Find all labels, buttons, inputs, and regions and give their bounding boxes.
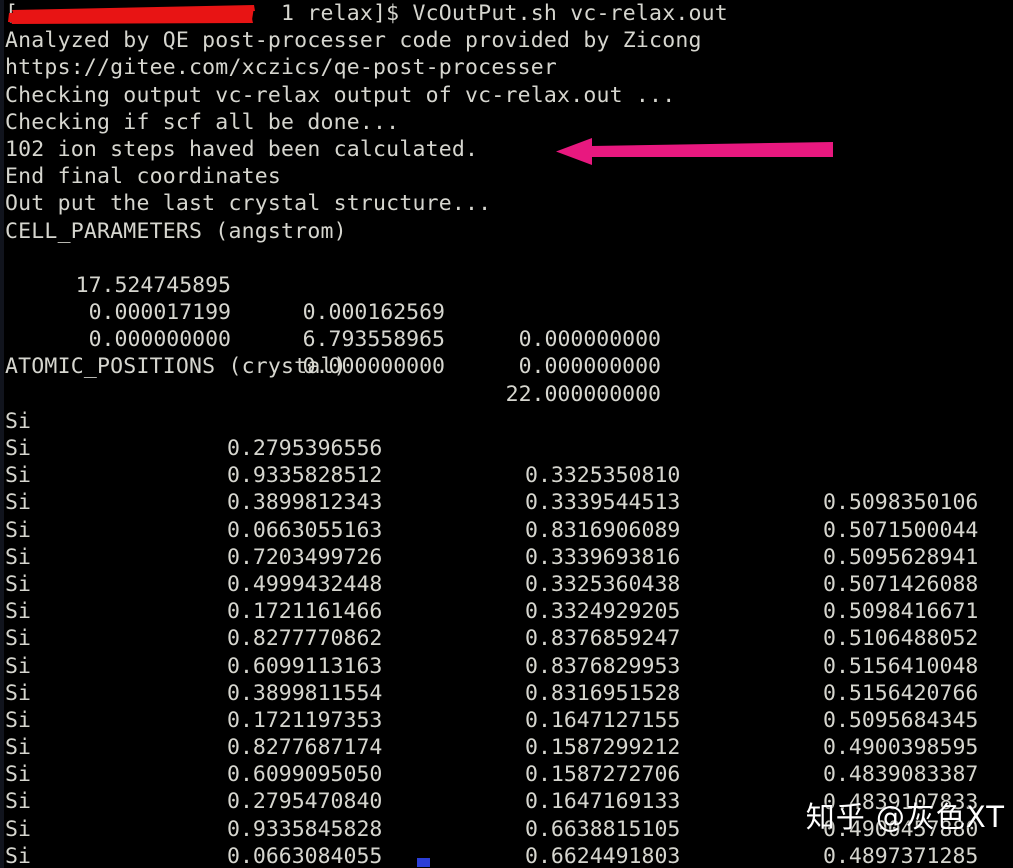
cell-param-c2: 0.000000000 [302, 354, 445, 380]
output-line-checking-output: Checking output vc-relax output of vc-re… [5, 82, 676, 108]
atomic-position-row: Si 0.4999432448 0.3324929205 0.510648805… [5, 517, 1013, 652]
atomic-position-row: Si 0.9335828512 0.3339544513 0.507150004… [5, 408, 1013, 543]
atomic-position-row: Si 0.3899811554 0.1647127155 0.490039859… [5, 625, 1013, 761]
atomic-position-row: Si 0.1721161466 0.8376859247 0.515641004… [5, 544, 1013, 679]
atomic-position-row: Si 0.6099113163 0.8316951528 0.509568434… [5, 598, 1013, 733]
atomic-position-row: Si 0.9335845828 0.6624491803 0.492384902… [5, 761, 1013, 868]
terminal-left-gutter [0, 0, 4, 868]
cell-param-c1: 0.000000000 [88, 327, 231, 353]
atomic-position-row: Si 0.7203499726 0.3325360438 0.509841667… [5, 489, 1013, 625]
atomic-position-row: Si 0.4999480421 0.6639060120 0.488969890… [5, 843, 1013, 868]
atomic-position-row: Si 0.2795396556 0.3325350810 0.509835010… [5, 381, 1013, 516]
output-line-out-put-structure: Out put the last crystal structure... [5, 191, 492, 217]
cell-parameters-row: 0.000000000 0.000000000 22.000000000 [5, 299, 1013, 406]
terminal-console-output: [ 1 relax]$ VcOutPut.sh vc-relax.out Ana… [5, 0, 1013, 868]
cell-parameters-row: 17.524745895 0.000162569 0.000000000 [5, 245, 1013, 352]
atomic-position-row: Si 0.8277687174 0.1587272706 0.483910783… [5, 680, 1013, 815]
atomic-position-row: Si 0.2795470840 0.6638815105 0.489737128… [5, 734, 1013, 868]
atomic-position-row: Si 0.8277770862 0.8376829953 0.515642076… [5, 571, 1013, 706]
output-line-repository-url: https://gitee.com/xczics/qe-post-process… [5, 55, 558, 81]
output-line-analyzed-by: Analyzed by QE post-processer code provi… [5, 28, 702, 54]
atomic-position-row: Si 0.0663055163 0.3339693816 0.507142608… [5, 462, 1013, 597]
cell-parameters-header: CELL_PARAMETERS (angstrom) [5, 218, 347, 244]
output-line-checking-scf: Checking if scf all be done... [5, 109, 400, 135]
output-line-ion-steps: 102 ion steps haved been calculated. [5, 136, 479, 162]
atomic-position-row: Si 0.3899812343 0.8316906089 0.509562894… [5, 435, 1013, 570]
cell-param-b3: 0.000000000 [518, 354, 661, 380]
watermark-text: 知乎 @灰色XT [805, 800, 1005, 834]
output-line-end-final-coordinates: End final coordinates [5, 164, 282, 190]
cell-param-a3: 0.000000000 [518, 327, 661, 353]
terminal-cursor-block [417, 858, 430, 867]
atomic-position-row: Si 0.1721197353 0.1587299212 0.483908338… [5, 653, 1013, 788]
atomic-position-row: Si 0.6099095050 0.1647169133 0.490045788… [5, 707, 1013, 842]
cell-parameters-row: 0.000017199 6.793558965 0.000000000 [5, 272, 1013, 379]
shell-prompt-line: [ 1 relax]$ VcOutPut.sh vc-relax.out [5, 1, 728, 26]
cell-param-b2: 6.793558965 [302, 327, 445, 353]
terminal-window[interactable]: [ 1 relax]$ VcOutPut.sh vc-relax.out Ana… [0, 0, 1013, 868]
